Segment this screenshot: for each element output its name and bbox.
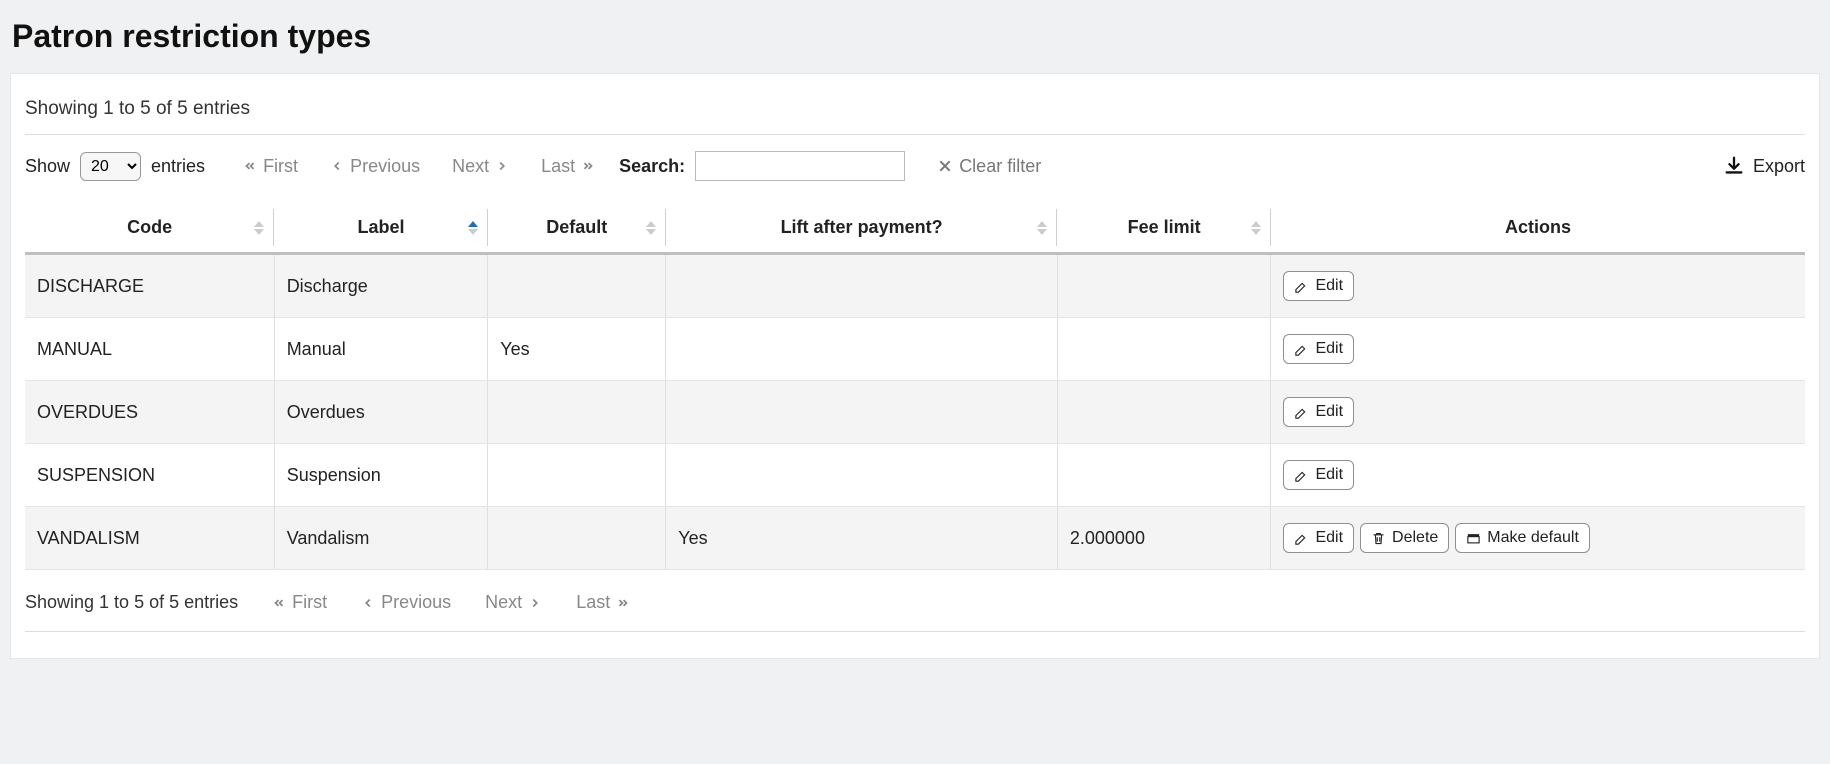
cell-lift bbox=[666, 318, 1058, 381]
chevron-right-icon bbox=[495, 159, 509, 173]
export-button[interactable]: Export bbox=[1723, 155, 1805, 177]
chevrons-left-icon bbox=[243, 159, 257, 173]
cell-actions: Edit bbox=[1271, 318, 1805, 381]
search-label: Search: bbox=[619, 156, 685, 177]
cell-default: Yes bbox=[488, 318, 666, 381]
cell-lift bbox=[666, 444, 1058, 507]
page-title: Patron restriction types bbox=[12, 18, 1820, 55]
chevron-left-icon bbox=[330, 159, 344, 173]
cell-actions: Edit bbox=[1271, 444, 1805, 507]
cell-default bbox=[488, 254, 666, 318]
pager-first-label: First bbox=[263, 156, 298, 177]
sort-icon bbox=[254, 221, 264, 235]
pager-last-label: Last bbox=[541, 156, 575, 177]
sort-icon bbox=[646, 221, 656, 235]
table-row: OVERDUESOverdues Edit bbox=[25, 381, 1805, 444]
sort-icon bbox=[468, 221, 478, 235]
pager-last-bottom[interactable]: Last bbox=[576, 592, 630, 613]
column-header-default[interactable]: Default bbox=[488, 203, 666, 254]
chevron-left-icon bbox=[361, 596, 375, 610]
cell-label: Overdues bbox=[274, 381, 488, 444]
restriction-types-table: CodeLabelDefaultLift after payment?Fee l… bbox=[25, 203, 1805, 570]
delete-button[interactable]: Delete bbox=[1360, 523, 1449, 553]
cell-default bbox=[488, 444, 666, 507]
cell-code: OVERDUES bbox=[25, 381, 274, 444]
cell-code: SUSPENSION bbox=[25, 444, 274, 507]
edit-button[interactable]: Edit bbox=[1283, 460, 1354, 490]
pager-next-bottom[interactable]: Next bbox=[485, 592, 542, 613]
table-row: SUSPENSIONSuspension Edit bbox=[25, 444, 1805, 507]
column-header-label[interactable]: Label bbox=[274, 203, 488, 254]
cell-label: Vandalism bbox=[274, 507, 488, 570]
cell-label: Manual bbox=[274, 318, 488, 381]
cell-actions: EditDeleteMake default bbox=[1271, 507, 1805, 570]
chevron-right-icon bbox=[528, 596, 542, 610]
cell-label: Discharge bbox=[274, 254, 488, 318]
pager-first-bottom[interactable]: First bbox=[272, 592, 327, 613]
pager-last[interactable]: Last bbox=[541, 156, 595, 177]
download-icon bbox=[1723, 155, 1745, 177]
pager-next[interactable]: Next bbox=[452, 156, 509, 177]
make-default-button[interactable]: Make default bbox=[1455, 523, 1590, 553]
table-row: DISCHARGEDischarge Edit bbox=[25, 254, 1805, 318]
cell-label: Suspension bbox=[274, 444, 488, 507]
cell-fee bbox=[1057, 444, 1271, 507]
chevrons-right-icon bbox=[581, 159, 595, 173]
cell-default bbox=[488, 381, 666, 444]
edit-icon bbox=[1294, 279, 1309, 294]
entries-info-bottom: Showing 1 to 5 of 5 entries bbox=[25, 592, 238, 613]
column-header-actions: Actions bbox=[1271, 203, 1805, 254]
pager-top: First Previous Next Last bbox=[243, 156, 595, 177]
cell-lift bbox=[666, 381, 1058, 444]
cell-fee bbox=[1057, 254, 1271, 318]
clear-filter[interactable]: Clear filter bbox=[937, 156, 1041, 177]
cell-code: VANDALISM bbox=[25, 507, 274, 570]
length-select[interactable]: 102050100 bbox=[80, 152, 141, 181]
cell-default bbox=[488, 507, 666, 570]
sort-icon bbox=[1037, 221, 1047, 235]
edit-button[interactable]: Edit bbox=[1283, 334, 1354, 364]
x-icon bbox=[937, 158, 953, 174]
column-header-lift[interactable]: Lift after payment? bbox=[666, 203, 1058, 254]
show-label: Show bbox=[25, 156, 70, 177]
make_default-icon bbox=[1466, 531, 1481, 546]
pager-first[interactable]: First bbox=[243, 156, 298, 177]
column-header-fee[interactable]: Fee limit bbox=[1057, 203, 1271, 254]
edit-button[interactable]: Edit bbox=[1283, 397, 1354, 427]
entries-info-top: Showing 1 to 5 of 5 entries bbox=[25, 92, 1805, 135]
pager-next-label: Next bbox=[452, 156, 489, 177]
cell-fee: 2.000000 bbox=[1057, 507, 1271, 570]
table-row: VANDALISMVandalismYes2.000000EditDeleteM… bbox=[25, 507, 1805, 570]
edit-icon bbox=[1294, 531, 1309, 546]
clear-filter-label: Clear filter bbox=[959, 156, 1041, 177]
pager-previous-label: Previous bbox=[350, 156, 420, 177]
cell-actions: Edit bbox=[1271, 381, 1805, 444]
delete-icon bbox=[1371, 531, 1386, 546]
toolbar: Show 102050100 entries First Previous Ne… bbox=[25, 135, 1805, 203]
footer-row: Showing 1 to 5 of 5 entries First Previo… bbox=[25, 570, 1805, 632]
edit-icon bbox=[1294, 405, 1309, 420]
cell-code: MANUAL bbox=[25, 318, 274, 381]
cell-fee bbox=[1057, 318, 1271, 381]
cell-code: DISCHARGE bbox=[25, 254, 274, 318]
edit-button[interactable]: Edit bbox=[1283, 523, 1354, 553]
table-row: MANUALManualYes Edit bbox=[25, 318, 1805, 381]
cell-fee bbox=[1057, 381, 1271, 444]
entries-label: entries bbox=[151, 156, 205, 177]
chevrons-right-icon bbox=[616, 596, 630, 610]
edit-button[interactable]: Edit bbox=[1283, 271, 1354, 301]
chevrons-left-icon bbox=[272, 596, 286, 610]
cell-lift bbox=[666, 254, 1058, 318]
cell-lift: Yes bbox=[666, 507, 1058, 570]
pager-previous-bottom[interactable]: Previous bbox=[361, 592, 451, 613]
edit-icon bbox=[1294, 468, 1309, 483]
panel: Showing 1 to 5 of 5 entries Show 1020501… bbox=[10, 73, 1820, 659]
edit-icon bbox=[1294, 342, 1309, 357]
cell-actions: Edit bbox=[1271, 254, 1805, 318]
pager-previous[interactable]: Previous bbox=[330, 156, 420, 177]
export-label: Export bbox=[1753, 156, 1805, 177]
sort-icon bbox=[1251, 221, 1261, 235]
search-input[interactable] bbox=[695, 151, 905, 181]
column-header-code[interactable]: Code bbox=[25, 203, 274, 254]
